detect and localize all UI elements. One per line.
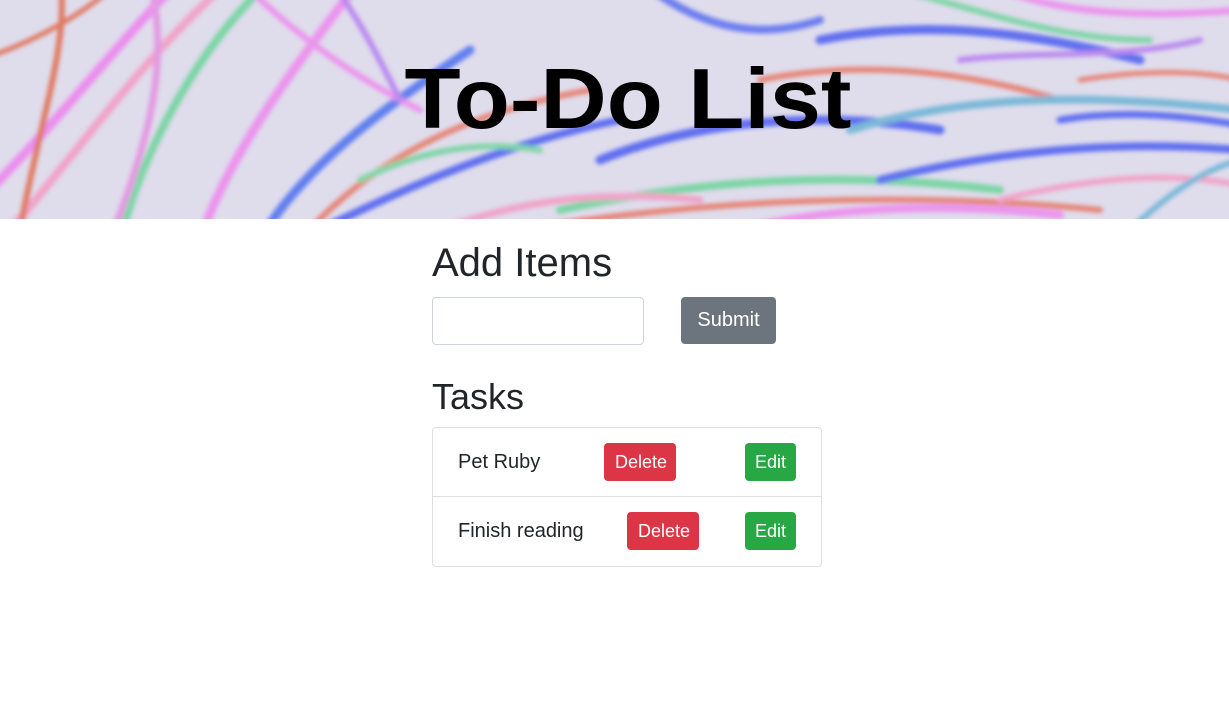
- page-title: To-Do List: [404, 52, 852, 147]
- add-items-heading: Add Items: [432, 241, 613, 285]
- delete-button[interactable]: Delete: [604, 443, 676, 481]
- edit-button[interactable]: Edit: [745, 512, 796, 550]
- task-label: Finish reading: [458, 520, 584, 542]
- submit-button[interactable]: Submit: [681, 297, 776, 344]
- task-list: Pet Ruby Delete Edit Finish reading Dele…: [432, 427, 822, 567]
- add-item-input[interactable]: [432, 297, 644, 345]
- delete-button[interactable]: Delete: [627, 512, 699, 550]
- edit-button[interactable]: Edit: [745, 443, 796, 481]
- task-row: Finish reading Delete Edit: [433, 497, 821, 566]
- tasks-heading: Tasks: [432, 376, 525, 417]
- header-banner: To-Do List: [0, 0, 1229, 219]
- task-label: Pet Ruby: [458, 451, 541, 473]
- task-row: Pet Ruby Delete Edit: [433, 428, 821, 497]
